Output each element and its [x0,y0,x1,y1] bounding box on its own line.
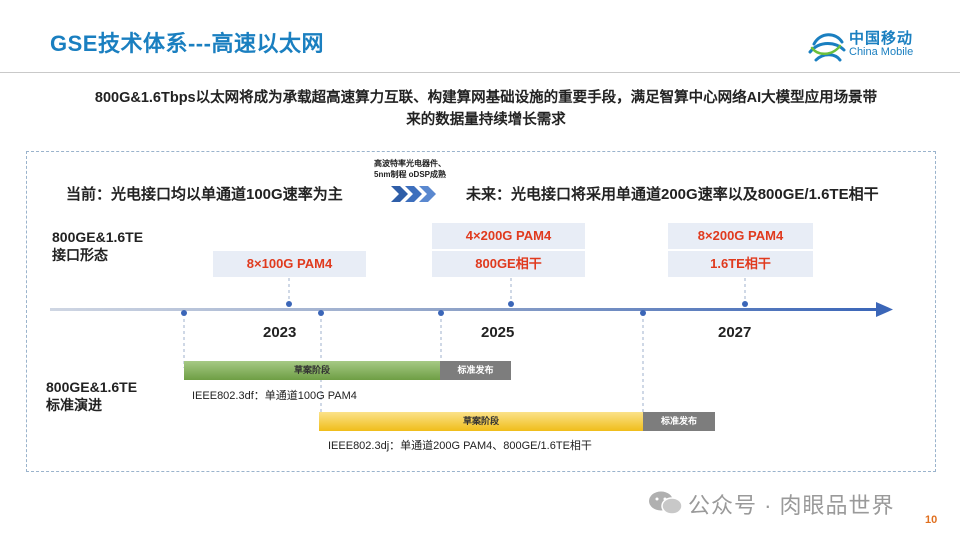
interface-row-label: 800GE&1.6TE 接口形态 [52,228,143,264]
standards-row-label-line-2: 标准演进 [46,397,102,413]
chevron-arrows-icon [391,186,436,202]
year-2027-label: 2027 [718,324,752,341]
df-draft-bar: 草案阶段 [184,361,440,380]
intro-line-2: 来的数据量持续增长需求 [406,112,566,128]
pill-2025-4x200g: 4×200G PAM4 [432,223,585,249]
dj-caption: IEEE802.3dj：单通道200G PAM4、800GE/1.6TE相干 [328,440,592,452]
transition-note-line-1: 高波特率光电器件、 [374,159,446,168]
header-divider [0,72,960,73]
df-release-bar: 标准发布 [440,361,511,380]
transition-note-line-2: 5nm制程 oDSP成熟 [374,170,447,179]
intro-paragraph: 800G&1.6Tbps以太网将成为承载超高速算力互联、构建算网基础设施的重要手… [56,87,916,131]
df-draft-label: 草案阶段 [293,365,330,375]
dj-draft-bar: 草案阶段 [319,412,643,431]
standards-row-label-line-1: 800GE&1.6TE [46,379,138,395]
interface-row-label-line-2: 接口形态 [52,247,108,263]
logo-chinese-text: 中国移动 [849,30,914,47]
future-status-text: 未来：光电接口将采用单通道200G速率以及800GE/1.6TE相干 [466,186,879,203]
intro-line-1: 800G&1.6Tbps以太网将成为承载超高速算力互联、构建算网基础设施的重要手… [94,90,878,106]
pill-2027-1-6te-coherent: 1.6TE相干 [668,251,813,277]
current-status-text: 当前：光电接口均以单通道100G速率为主 [66,186,343,203]
transition-note: 高波特率光电器件、 5nm制程 oDSP成熟 [374,158,446,180]
interface-row-label-line-1: 800GE&1.6TE [52,229,144,245]
year-2025-label: 2025 [481,324,515,341]
year-2023-label: 2023 [263,324,297,341]
dj-draft-label: 草案阶段 [462,416,499,426]
page-number: 10 [925,514,938,526]
dj-release-bar: 标准发布 [643,412,715,431]
standards-row-label: 800GE&1.6TE 标准演进 [46,378,137,414]
pill-2023-8x100g: 8×100G PAM4 [213,251,366,277]
df-caption: IEEE802.3df：单通道100G PAM4 [192,390,357,402]
pill-2025-800ge-coherent: 800GE相干 [432,251,585,277]
pill-2027-8x200g: 8×200G PAM4 [668,223,813,249]
dj-release-label: 标准发布 [660,416,697,426]
df-release-label: 标准发布 [457,365,494,375]
watermark-text: 公众号 · 肉眼品世界 [688,493,895,518]
logo-english-text: China Mobile [849,46,914,58]
wechat-icon [649,491,683,515]
page-title: GSE技术体系---高速以太网 [50,31,324,56]
